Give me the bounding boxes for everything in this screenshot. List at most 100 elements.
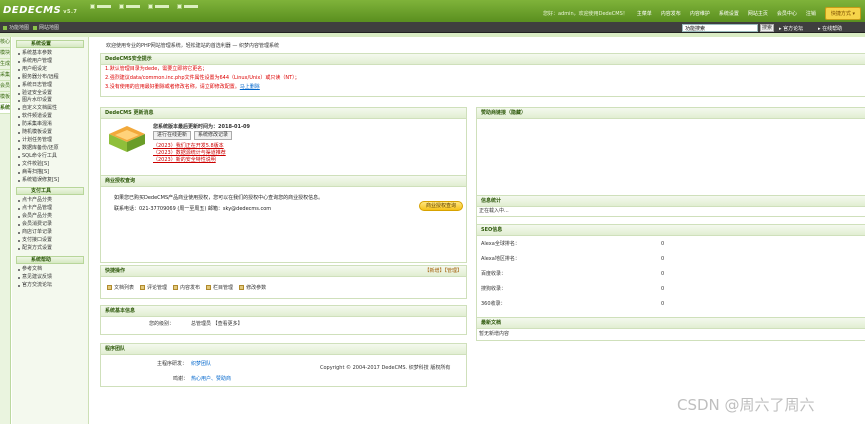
sidebar-group-payment[interactable]: 支付工具: [16, 187, 84, 196]
loading-text: 正在载入中...: [479, 208, 509, 214]
sidebar-item[interactable]: 软件频道设置: [12, 113, 88, 121]
folder-icon[interactable]: [148, 4, 153, 9]
panel-title: DedeCMS 更新消息: [101, 108, 466, 119]
sidebar-group-system[interactable]: 系统设置: [16, 40, 84, 48]
panel-title: DedeCMS安全提示: [101, 54, 865, 65]
nav-logout[interactable]: 注销: [806, 10, 816, 17]
security-panel: DedeCMS安全提示 1.默认管理目录为dede，需要立即将它更名； 2.强烈…: [100, 53, 865, 97]
nav-settings[interactable]: 系统设置: [719, 10, 739, 17]
edit-icon[interactable]: [177, 4, 182, 9]
doc-icon[interactable]: [119, 4, 124, 9]
sidebar-item[interactable]: 系统基本参数: [12, 50, 88, 58]
delete-now-link[interactable]: 马上删除: [240, 84, 260, 90]
forum-link[interactable]: ▸ 官方论坛: [779, 25, 803, 32]
stat-row: 百度收录： 0: [481, 271, 665, 277]
sidebar-group-help[interactable]: 系统帮助: [16, 255, 84, 264]
tab-template[interactable]: 模板: [0, 92, 10, 103]
change-log-button[interactable]: 系统修改记录: [194, 131, 233, 140]
sidebar-item[interactable]: 服务器分布/远程: [12, 74, 88, 82]
tab-modules[interactable]: 模块: [0, 48, 10, 59]
sidebar-item[interactable]: 病毒扫描[S]: [12, 169, 88, 177]
news-link[interactable]: （2023）新的安全特性说明: [153, 157, 226, 164]
news-link[interactable]: （2023）我们正在开发5.8版本: [153, 143, 226, 150]
sidebar-item[interactable]: 随机模板设置: [12, 129, 88, 137]
business-panel: 商业授权查询 如果您已购买DedeCMS产品商业使用授权，您可以在我们的授权中心…: [100, 175, 467, 263]
sitemap-icon: [33, 25, 37, 30]
sidebar-item[interactable]: 参考文档: [12, 266, 88, 274]
quick-ops-actions[interactable]: 【新增】【管理】: [424, 266, 462, 276]
sidebar-item[interactable]: 商店订单记录: [12, 229, 88, 237]
search-input[interactable]: [682, 24, 758, 32]
sidebar: 系统设置 系统基本参数 系统用户管理 用户组设定 服务器分布/远程 系统日志管理…: [12, 37, 89, 424]
user-level-value[interactable]: 总管理员 【查看更多】: [191, 321, 243, 327]
nav-publish[interactable]: 内容发布: [661, 10, 681, 17]
tab-core[interactable]: 核心: [0, 37, 10, 48]
sidebar-item[interactable]: SQL命令行工具: [12, 153, 88, 161]
update-news-list: （2023）我们正在开发5.8版本 （2023）数据源统计与渠道推荐 （2023…: [153, 143, 226, 164]
stat-row: 搜狗收录： 0: [481, 286, 665, 292]
logo: DEDECMS v5.7: [3, 5, 78, 16]
nav-site-home[interactable]: 网站主页: [748, 10, 768, 17]
business-query-button[interactable]: 商业授权查询: [419, 201, 463, 211]
sidebar-item[interactable]: 系统错误修复[S]: [12, 177, 88, 185]
sidebar-item[interactable]: 系统用户管理: [12, 58, 88, 66]
sidebar-item[interactable]: 会员产品分类: [12, 213, 88, 221]
nav-maintain[interactable]: 内容维护: [690, 10, 710, 17]
quick-menu-button[interactable]: 快捷方式 ▾: [824, 7, 861, 20]
package-icon: [109, 126, 145, 152]
dev-label: 主程序研发：: [157, 361, 188, 367]
quick-op-doc-list[interactable]: 文档列表: [107, 284, 134, 291]
latest-docs-empty: 暂无新增内容: [479, 331, 510, 337]
thanks-link[interactable]: 热心用户、赞助商: [191, 376, 231, 382]
business-contact: 联系电话：021-37709069 (周一至周五) 邮箱：sky@dedecms…: [114, 206, 272, 212]
top-header: DEDECMS v5.7 您好：admin，欢迎使用DedeCMS！ 主菜单 内容…: [0, 0, 865, 22]
top-nav: 您好：admin，欢迎使用DedeCMS！ 主菜单 内容发布 内容维护 系统设置…: [543, 7, 861, 20]
sidebar-item[interactable]: 支付接口设置: [12, 237, 88, 245]
online-update-button[interactable]: 进行在线更新: [153, 131, 192, 140]
sidebar-item[interactable]: 防采集串混淆: [12, 121, 88, 129]
user-level-label: 您的级别：: [149, 321, 175, 327]
sidebar-item[interactable]: 会员消费记录: [12, 221, 88, 229]
quick-op-publish[interactable]: 内容发布: [173, 284, 200, 291]
sidebar-item[interactable]: 计划任务管理: [12, 137, 88, 145]
search-button[interactable]: 搜索: [760, 24, 774, 32]
welcome-line: 欢迎使用专业的PHP网站管理系统，轻松建站的首选利器 — 织梦内容管理系统: [106, 43, 279, 49]
tab-collect[interactable]: 采集: [0, 70, 10, 81]
panel-title: 系统基本信息: [101, 306, 466, 317]
panel-title: 快捷操作 【新增】【管理】: [101, 266, 466, 277]
sidebar-item[interactable]: 文件校验[S]: [12, 161, 88, 169]
grid-icon[interactable]: [90, 4, 95, 9]
panel-title: 程序团队: [101, 344, 466, 355]
sidebar-item[interactable]: 意见建议反馈: [12, 274, 88, 282]
nav-member-center[interactable]: 会员中心: [777, 10, 797, 17]
settings-icon: [239, 285, 245, 290]
tab-system[interactable]: 系统: [0, 103, 10, 114]
quick-op-comments[interactable]: 评论管理: [140, 284, 167, 291]
sysinfo-panel: 系统基本信息 您的级别： 总管理员 【查看更多】: [100, 305, 467, 335]
help-link[interactable]: ▸ 在线帮助: [818, 25, 842, 32]
panel-title: 赞助商链接（隐藏）: [477, 108, 865, 119]
dev-team-link[interactable]: 织梦团队: [191, 361, 211, 367]
warning-line: 2.强烈建议data/common.inc.php文件属性设置为644（Linu…: [105, 75, 300, 81]
nav-main-menu[interactable]: 主菜单: [637, 10, 652, 17]
sidebar-item[interactable]: 官方交流论坛: [12, 282, 88, 290]
comment-icon: [140, 285, 146, 290]
sidebar-item[interactable]: 配货方式设置: [12, 245, 88, 253]
tab-generate[interactable]: 生成: [0, 59, 10, 70]
quick-op-params[interactable]: 修改参数: [239, 284, 266, 291]
sidebar-item[interactable]: 数据库备份/还原: [12, 145, 88, 153]
stat-row: 360收录： 0: [481, 301, 665, 307]
watermark: CSDN @周六了周六: [677, 396, 815, 414]
function-map-button[interactable]: 功能地图: [3, 24, 29, 31]
panel-title: SEO信息: [477, 225, 865, 236]
sidebar-item[interactable]: 系统日志管理: [12, 82, 88, 90]
map-icon: [3, 25, 7, 30]
quick-op-columns[interactable]: 栏目管理: [206, 284, 233, 291]
news-link[interactable]: （2023）数据源统计与渠道推荐: [153, 150, 226, 157]
site-map-button[interactable]: 网站地图: [33, 24, 59, 31]
seo-panel: SEO信息 Alexa全球排名： 0 Alexa地区排名： 0 百度收录： 0 搜狗收…: [476, 224, 865, 319]
tab-member[interactable]: 会员: [0, 81, 10, 92]
warning-line: 1.默认管理目录为dede，需要立即将它更名；: [105, 66, 208, 72]
panel-title: 信息统计: [477, 196, 865, 207]
sidebar-item[interactable]: 用户组设定: [12, 66, 88, 74]
